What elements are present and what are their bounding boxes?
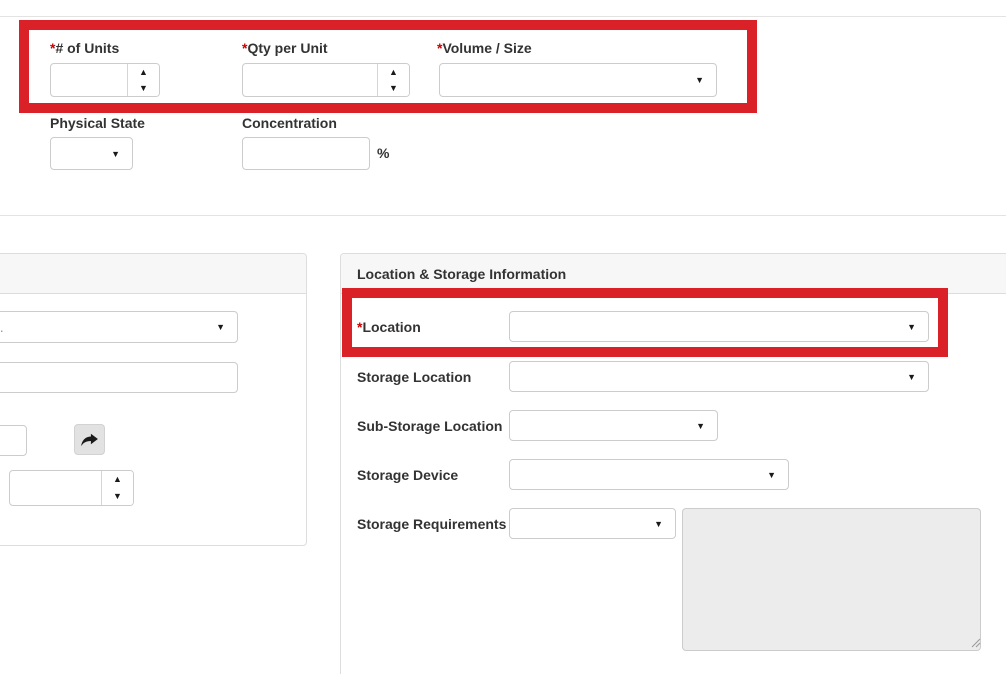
storage-location-dropdown[interactable]: ▼: [509, 361, 929, 392]
sub-storage-location-dropdown[interactable]: ▼: [509, 410, 718, 441]
caret-down-icon: ▼: [696, 421, 705, 431]
storage-device-label: Storage Device: [357, 467, 458, 483]
qty-spinner-buttons: ▲ ▼: [377, 64, 409, 96]
form-page: *# of Units *Qty per Unit *Volume / Size…: [0, 0, 1006, 674]
divider-middle: [0, 215, 1006, 216]
left-amount-spinner-buttons: ▲ ▼: [101, 471, 133, 505]
spinner-down-icon: ▼: [113, 492, 122, 501]
lookup-button[interactable]: [74, 424, 105, 455]
units-spinner: ▲ ▼: [50, 63, 160, 97]
left-amount-spinner: ▲ ▼: [9, 470, 134, 506]
left-panel-header: [0, 254, 306, 294]
caret-down-icon: ▼: [216, 322, 225, 332]
caret-down-icon: ▼: [907, 322, 916, 332]
volume-size-dropdown[interactable]: ▼: [439, 63, 717, 97]
qty-per-unit-label: *Qty per Unit: [242, 40, 328, 56]
location-label: *Location: [357, 319, 421, 335]
spinner-up-icon: ▲: [139, 68, 148, 77]
left-text-input[interactable]: [0, 362, 238, 393]
left-panel: Select... ▼ ▲ ▼: [0, 253, 307, 546]
location-dropdown[interactable]: ▼: [509, 311, 929, 342]
divider-top: [0, 16, 1006, 17]
qty-per-unit-input[interactable]: [243, 64, 377, 96]
units-increase-button[interactable]: ▲: [128, 64, 159, 80]
forward-arrow-icon: [81, 433, 98, 447]
concentration-input[interactable]: [242, 137, 370, 170]
caret-down-icon: ▼: [907, 372, 916, 382]
location-storage-panel-title: Location & Storage Information: [357, 266, 566, 282]
left-select-dropdown-value: Select...: [0, 319, 4, 335]
location-storage-panel: Location & Storage Information *Location…: [340, 253, 1006, 674]
spinner-up-icon: ▲: [113, 475, 122, 484]
units-label: *# of Units: [50, 40, 119, 56]
caret-down-icon: ▼: [654, 519, 663, 529]
caret-down-icon: ▼: [695, 75, 704, 85]
spinner-down-icon: ▼: [389, 84, 398, 93]
caret-down-icon: ▼: [111, 149, 120, 159]
units-decrease-button[interactable]: ▼: [128, 80, 159, 96]
spinner-up-icon: ▲: [389, 68, 398, 77]
caret-down-icon: ▼: [767, 470, 776, 480]
sub-storage-location-label: Sub-Storage Location: [357, 418, 502, 434]
left-amount-decrease-button[interactable]: ▼: [102, 488, 133, 505]
concentration-label: Concentration: [242, 115, 337, 131]
units-spinner-buttons: ▲ ▼: [127, 64, 159, 96]
storage-requirements-dropdown[interactable]: ▼: [509, 508, 676, 539]
physical-state-dropdown[interactable]: ▼: [50, 137, 133, 170]
physical-state-label: Physical State: [50, 115, 145, 131]
storage-requirements-label: Storage Requirements: [357, 516, 506, 532]
left-select-dropdown[interactable]: Select... ▼: [0, 311, 238, 343]
volume-size-label: *Volume / Size: [437, 40, 532, 56]
left-amount-increase-button[interactable]: ▲: [102, 471, 133, 488]
qty-decrease-button[interactable]: ▼: [378, 80, 409, 96]
location-storage-panel-header: Location & Storage Information: [341, 254, 1006, 294]
storage-device-dropdown[interactable]: ▼: [509, 459, 789, 490]
spinner-down-icon: ▼: [139, 84, 148, 93]
storage-requirements-notes-textarea[interactable]: [682, 508, 981, 651]
storage-location-label: Storage Location: [357, 369, 471, 385]
qty-increase-button[interactable]: ▲: [378, 64, 409, 80]
qty-per-unit-spinner: ▲ ▼: [242, 63, 410, 97]
left-lookup-input[interactable]: [0, 425, 27, 456]
concentration-percent-suffix: %: [377, 145, 389, 161]
units-input[interactable]: [51, 64, 127, 96]
left-amount-input[interactable]: [10, 471, 101, 505]
